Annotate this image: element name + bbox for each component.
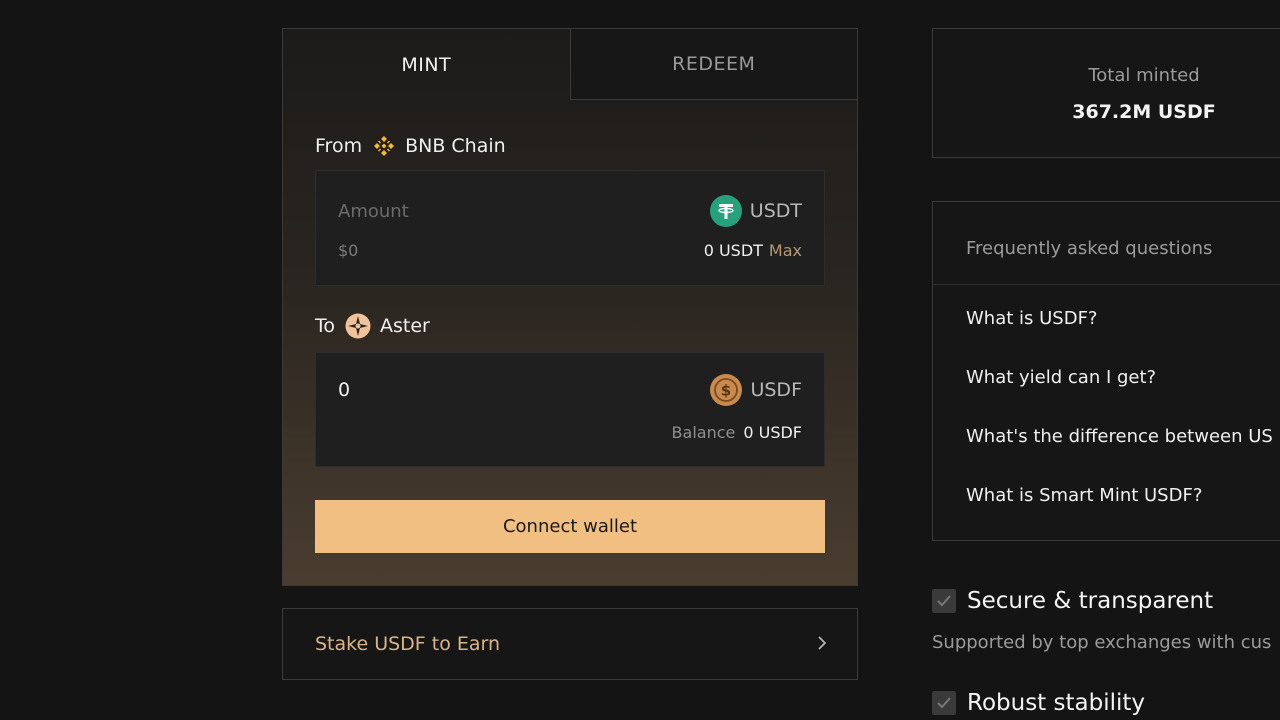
chevron-right-icon [817,634,827,655]
tab-redeem[interactable]: REDEEM [569,29,857,100]
faq-title: Frequently asked questions [966,238,1213,259]
total-minted-card: Total minted 367.2M USDF [932,28,1280,158]
bnb-chain-icon [372,134,396,158]
connect-wallet-button[interactable]: Connect wallet [315,500,825,553]
usdf-coin-icon: $ [710,374,743,406]
aster-icon [345,313,371,339]
to-token: $ USDF [710,374,802,406]
usd-value: $0 [338,241,359,260]
from-label: From [315,135,363,157]
tether-icon [709,195,742,227]
to-token-symbol: USDF [750,379,802,401]
stake-label: Stake USDF to Earn [315,633,501,655]
amount-input[interactable]: Amount [338,201,409,222]
check-icon [932,691,956,715]
total-minted-label: Total minted [1088,65,1200,86]
check-icon [932,589,956,613]
svg-text:$: $ [721,382,731,400]
mint-redeem-tabs: MINT REDEEM [283,29,857,100]
from-token-symbol: USDT [749,200,802,222]
feature-secure: Secure & transparent [932,588,1213,614]
faq-item[interactable]: What is Smart Mint USDF? [966,485,1202,506]
faq-divider [933,284,1280,285]
to-label: To [315,315,336,337]
faq-item[interactable]: What's the difference between US [966,426,1273,447]
feature-title: Secure & transparent [967,588,1214,614]
from-label-row: From BNB Chain [315,134,506,158]
to-amount-field: 0 $ USDF Balance 0 USDF [315,352,825,467]
from-token-selector[interactable]: USDT [709,195,802,227]
mint-card: MINT REDEEM From BNB Chain Amount USDT $… [282,28,858,586]
faq-item[interactable]: What is USDF? [966,308,1097,329]
to-chain-name: Aster [380,315,430,337]
to-balance: 0 USDF [743,423,802,442]
total-minted-value: 367.2M USDF [1072,101,1216,123]
tab-mint[interactable]: MINT [283,29,570,100]
faq-panel: Frequently asked questions What is USDF?… [932,201,1280,541]
feature-title: Robust stability [967,690,1146,716]
max-button[interactable]: Max [769,241,802,260]
balance-label: Balance [671,423,736,442]
feature-stability: Robust stability [932,690,1145,716]
faq-item[interactable]: What yield can I get? [966,367,1156,388]
from-chain-name: BNB Chain [405,135,506,157]
to-label-row: To Aster [315,313,430,339]
from-amount-field[interactable]: Amount USDT $0 0 USDT Max [315,170,825,286]
from-balance: 0 USDT [703,241,763,260]
to-amount-value: 0 [338,379,351,401]
feature-description: Supported by top exchanges with cus [932,632,1272,653]
stake-usdf-link[interactable]: Stake USDF to Earn [282,608,858,680]
